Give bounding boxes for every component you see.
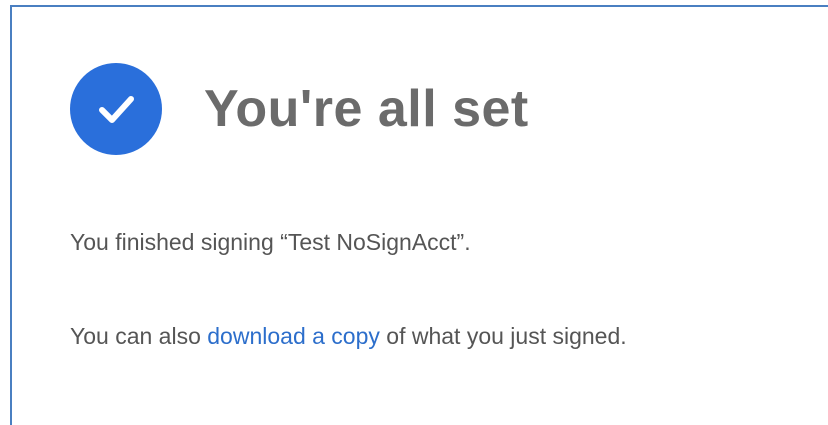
confirmation-header: You're all set <box>70 63 529 155</box>
download-suffix-text: of what you just signed. <box>379 323 627 349</box>
checkmark-icon <box>99 96 134 123</box>
document-name: “Test NoSignAcct” <box>280 229 465 255</box>
signing-finished-message: You finished signing “Test NoSignAcct”. <box>70 229 471 256</box>
download-copy-link[interactable]: download a copy <box>207 323 380 349</box>
confirmation-panel: You're all set You finished signing “Tes… <box>10 5 828 425</box>
finished-prefix-text: You finished signing <box>70 229 281 255</box>
download-message: You can also download a copy of what you… <box>70 323 627 350</box>
download-prefix-text: You can also <box>70 323 208 349</box>
finished-suffix-text: . <box>464 229 471 255</box>
page-title: You're all set <box>204 80 529 138</box>
checkmark-circle-icon <box>70 63 162 155</box>
